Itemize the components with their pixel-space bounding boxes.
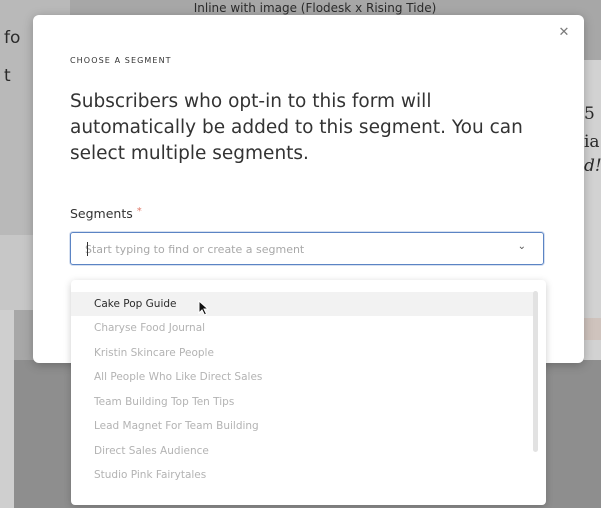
mouse-cursor-icon	[198, 300, 210, 316]
required-marker: *	[136, 206, 142, 217]
segment-option[interactable]: Lead Magnet For Team Building	[71, 414, 536, 438]
background-right-panel: 5 ia d!	[584, 60, 601, 360]
background-text-fragment: ia	[584, 132, 600, 152]
segment-search-input[interactable]	[85, 240, 485, 258]
dropdown-scrollbar[interactable]	[533, 291, 538, 452]
segments-label-text: Segments	[70, 206, 133, 221]
background-text-fragment: t	[4, 66, 11, 86]
close-icon[interactable]: ✕	[556, 25, 572, 41]
text-caret	[87, 242, 88, 256]
background-lower-left	[0, 310, 14, 508]
segments-label: Segments *	[70, 206, 142, 221]
modal-eyebrow: CHOOSE A SEGMENT	[70, 56, 172, 65]
background-text-fragment: fo	[4, 28, 21, 48]
background-text-fragment: d!	[584, 156, 601, 176]
segment-select[interactable]: ⌄	[70, 232, 544, 265]
segment-option[interactable]: Kristin Skincare People	[71, 341, 536, 365]
segment-dropdown-list: Cake Pop Guide Charyse Food Journal Kris…	[71, 280, 546, 505]
modal-heading: Subscribers who opt-in to this form will…	[70, 91, 523, 164]
segment-option[interactable]: Cake Pop Guide	[71, 292, 536, 316]
segment-option[interactable]: Studio Pink Fairytales	[71, 463, 536, 487]
segment-option[interactable]: Team Building Top Ten Tips	[71, 390, 536, 414]
segment-option[interactable]: All People Who Like Direct Sales	[71, 365, 536, 389]
background-text-fragment: 5	[584, 104, 595, 124]
segment-option[interactable]: Direct Sales Audience	[71, 439, 536, 463]
segment-option[interactable]: Charyse Food Journal	[71, 316, 536, 340]
background-right-band	[584, 318, 601, 340]
chevron-down-icon[interactable]: ⌄	[518, 241, 526, 252]
